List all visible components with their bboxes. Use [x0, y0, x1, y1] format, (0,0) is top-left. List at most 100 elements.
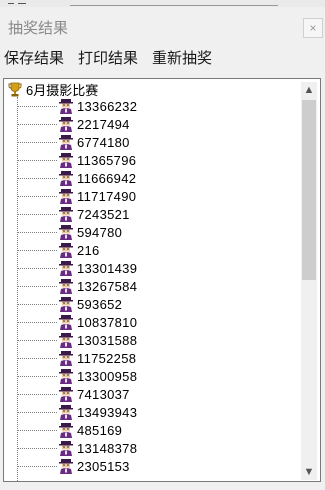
tree-item[interactable]: 6774180: [17, 134, 277, 152]
top-strip-mark: [8, 3, 14, 4]
tree-item-label: 13031588: [77, 333, 138, 348]
tree-branch-line: [17, 376, 57, 377]
tree-item[interactable]: 2217494: [17, 116, 277, 134]
tree-item-label: 7243521: [77, 207, 130, 222]
tree-item[interactable]: 216: [17, 242, 277, 260]
person-icon: [59, 315, 73, 330]
tree-item[interactable]: 11365796: [17, 152, 277, 170]
person-icon: [59, 225, 73, 240]
person-icon: [59, 297, 73, 312]
person-icon: [59, 333, 73, 348]
tree-branch-line: [17, 430, 57, 431]
chevron-down-icon: ▼: [303, 466, 315, 478]
tree-item[interactable]: 7243521: [17, 206, 277, 224]
tree-branch-line: [17, 448, 57, 449]
vertical-scrollbar[interactable]: ▲ ▼: [301, 82, 317, 480]
tree-item-label: 11365796: [77, 153, 137, 168]
tree-branch-line: [17, 142, 57, 143]
print-results-button[interactable]: 打印结果: [78, 47, 138, 68]
person-icon: [59, 189, 73, 204]
tree-branch-line: [17, 214, 57, 215]
scroll-thumb[interactable]: [302, 100, 316, 280]
tree-item-label: 593652: [77, 297, 123, 312]
tree-branch-line: [17, 124, 57, 125]
tree-item[interactable]: 593652: [17, 296, 277, 314]
person-icon: [59, 459, 73, 474]
tree-item-label: 13493943: [77, 405, 138, 420]
tree-item-label: 10837810: [77, 315, 138, 330]
person-icon: [59, 243, 73, 258]
person-icon: [59, 369, 73, 384]
title-bar: 抽奖结果 ×: [0, 7, 325, 43]
tree-branch-line: [17, 160, 57, 161]
tree-item-label: 13300958: [77, 369, 138, 384]
tree-item-label: 11717490: [77, 189, 137, 204]
person-icon: [59, 351, 73, 366]
tree-item-label: 13148378: [77, 441, 138, 456]
tree-item[interactable]: 594780: [17, 224, 277, 242]
person-icon: [59, 441, 73, 456]
scroll-up-button[interactable]: ▲: [301, 82, 317, 98]
window-title: 抽奖结果: [8, 20, 69, 37]
tree-item[interactable]: 11666942: [17, 170, 277, 188]
top-strip: [0, 0, 325, 7]
tree-item[interactable]: 13148378: [17, 440, 277, 458]
tree-branch-line: [17, 466, 57, 467]
tree-branch-line: [17, 196, 57, 197]
tree-branch-line: [17, 250, 57, 251]
tree-item-label: 6774180: [77, 135, 130, 150]
tree-item[interactable]: 13267584: [17, 278, 277, 296]
chevron-up-icon: ▲: [303, 84, 315, 96]
person-icon: [59, 423, 73, 438]
person-icon: [59, 153, 73, 168]
toolbar: 保存结果 打印结果 重新抽奖: [0, 44, 325, 70]
person-icon: [59, 279, 73, 294]
tree-item-label: 2305153: [77, 459, 130, 474]
tree-item-label: 13366232: [77, 99, 138, 114]
tree-item[interactable]: 13031588: [17, 332, 277, 350]
results-tree[interactable]: 6月摄影比赛 13366232 2217494 6774180 11365796 116…: [3, 78, 321, 482]
tree-item-label: 594780: [77, 225, 123, 240]
tree-branch-line: [17, 232, 57, 233]
person-icon: [59, 207, 73, 222]
person-icon: [59, 99, 73, 114]
tree-item-label: 216: [77, 243, 100, 258]
person-icon: [59, 135, 73, 150]
save-results-button[interactable]: 保存结果: [4, 47, 64, 68]
tree-item-label: 485169: [77, 423, 123, 438]
tree-root-node[interactable]: 6月摄影比赛: [8, 81, 98, 98]
tree-item[interactable]: 2305153: [17, 458, 277, 476]
person-icon: [59, 117, 73, 132]
tree-item-label: 11752258: [77, 351, 137, 366]
tree-item[interactable]: 485169: [17, 422, 277, 440]
person-icon: [59, 261, 73, 276]
tree-item-label: 11666942: [77, 171, 137, 186]
tree-item-label: 13301439: [77, 261, 138, 276]
tree-branch-line: [17, 358, 57, 359]
tree-item[interactable]: 11717490: [17, 188, 277, 206]
top-strip-mark: [18, 3, 26, 4]
close-button[interactable]: ×: [303, 18, 323, 38]
tree-item-label: 13267584: [77, 279, 138, 294]
tree-item[interactable]: 11752258: [17, 350, 277, 368]
tree-item[interactable]: 13366232: [17, 98, 277, 116]
tree-item[interactable]: 7413037: [17, 386, 277, 404]
tree-item[interactable]: 13300958: [17, 368, 277, 386]
person-icon: [59, 405, 73, 420]
tree-branch-line: [17, 340, 57, 341]
tree-item[interactable]: 13493943: [17, 404, 277, 422]
tree-item[interactable]: 13301439: [17, 260, 277, 278]
tree-branch-line: [17, 412, 57, 413]
tree-root-label: 6月摄影比赛: [26, 83, 99, 98]
tree-branch-line: [17, 106, 57, 107]
redraw-button[interactable]: 重新抽奖: [152, 47, 212, 68]
scroll-down-button[interactable]: ▼: [301, 464, 317, 480]
tree-branch-line: [17, 304, 57, 305]
tree-branch-line: [17, 394, 57, 395]
top-strip-line: [70, 5, 278, 6]
person-icon: [59, 387, 73, 402]
close-icon: ×: [309, 21, 317, 35]
tree-item[interactable]: 10837810: [17, 314, 277, 332]
person-icon: [59, 171, 73, 186]
tree-branch-line: [17, 268, 57, 269]
